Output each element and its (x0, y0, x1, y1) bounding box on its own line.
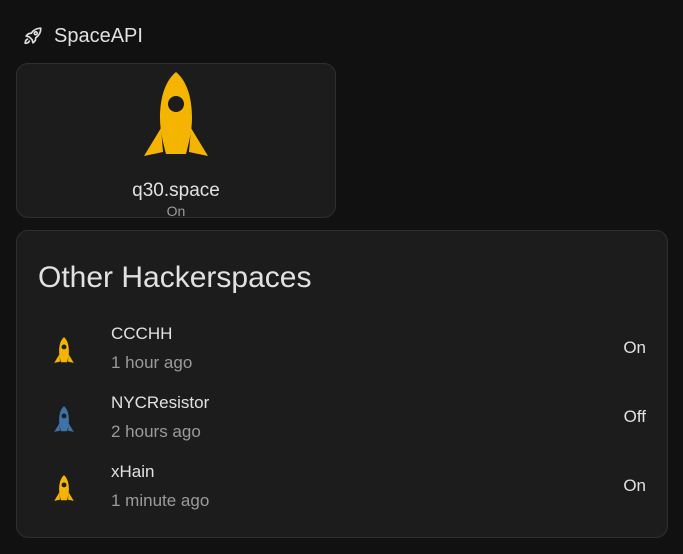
list-item[interactable]: CCCHH 1 hour ago On (17, 316, 667, 385)
entity-state: On (166, 203, 186, 219)
item-state: On (623, 476, 646, 495)
list-item[interactable]: NYCResistor 2 hours ago Off (17, 385, 667, 454)
item-last-changed: 1 hour ago (111, 353, 193, 372)
item-state: On (623, 338, 646, 357)
card-title: SpaceAPI (54, 24, 143, 47)
item-last-changed: 1 minute ago (111, 491, 210, 510)
item-state: Off (623, 407, 646, 426)
rocket-icon (53, 474, 75, 502)
card-header: SpaceAPI (22, 22, 143, 50)
list-item[interactable]: xHain 1 minute ago On (17, 454, 667, 523)
other-hackerspaces-card: Other Hackerspaces CCCHH 1 hour ago On N… (16, 230, 668, 538)
item-last-changed: 2 hours ago (111, 422, 201, 441)
rocket-icon (140, 70, 212, 163)
item-name: CCCHH (111, 324, 173, 343)
item-name: NYCResistor (111, 393, 210, 412)
entity-name: q30.space (132, 180, 220, 201)
list-title: Other Hackerspaces (38, 261, 312, 294)
rocket-icon (53, 336, 75, 364)
entity-button-card[interactable]: q30.space On (16, 63, 336, 219)
rocket-icon (53, 405, 75, 433)
rocket-launch-icon (22, 25, 44, 47)
item-name: xHain (111, 462, 155, 481)
